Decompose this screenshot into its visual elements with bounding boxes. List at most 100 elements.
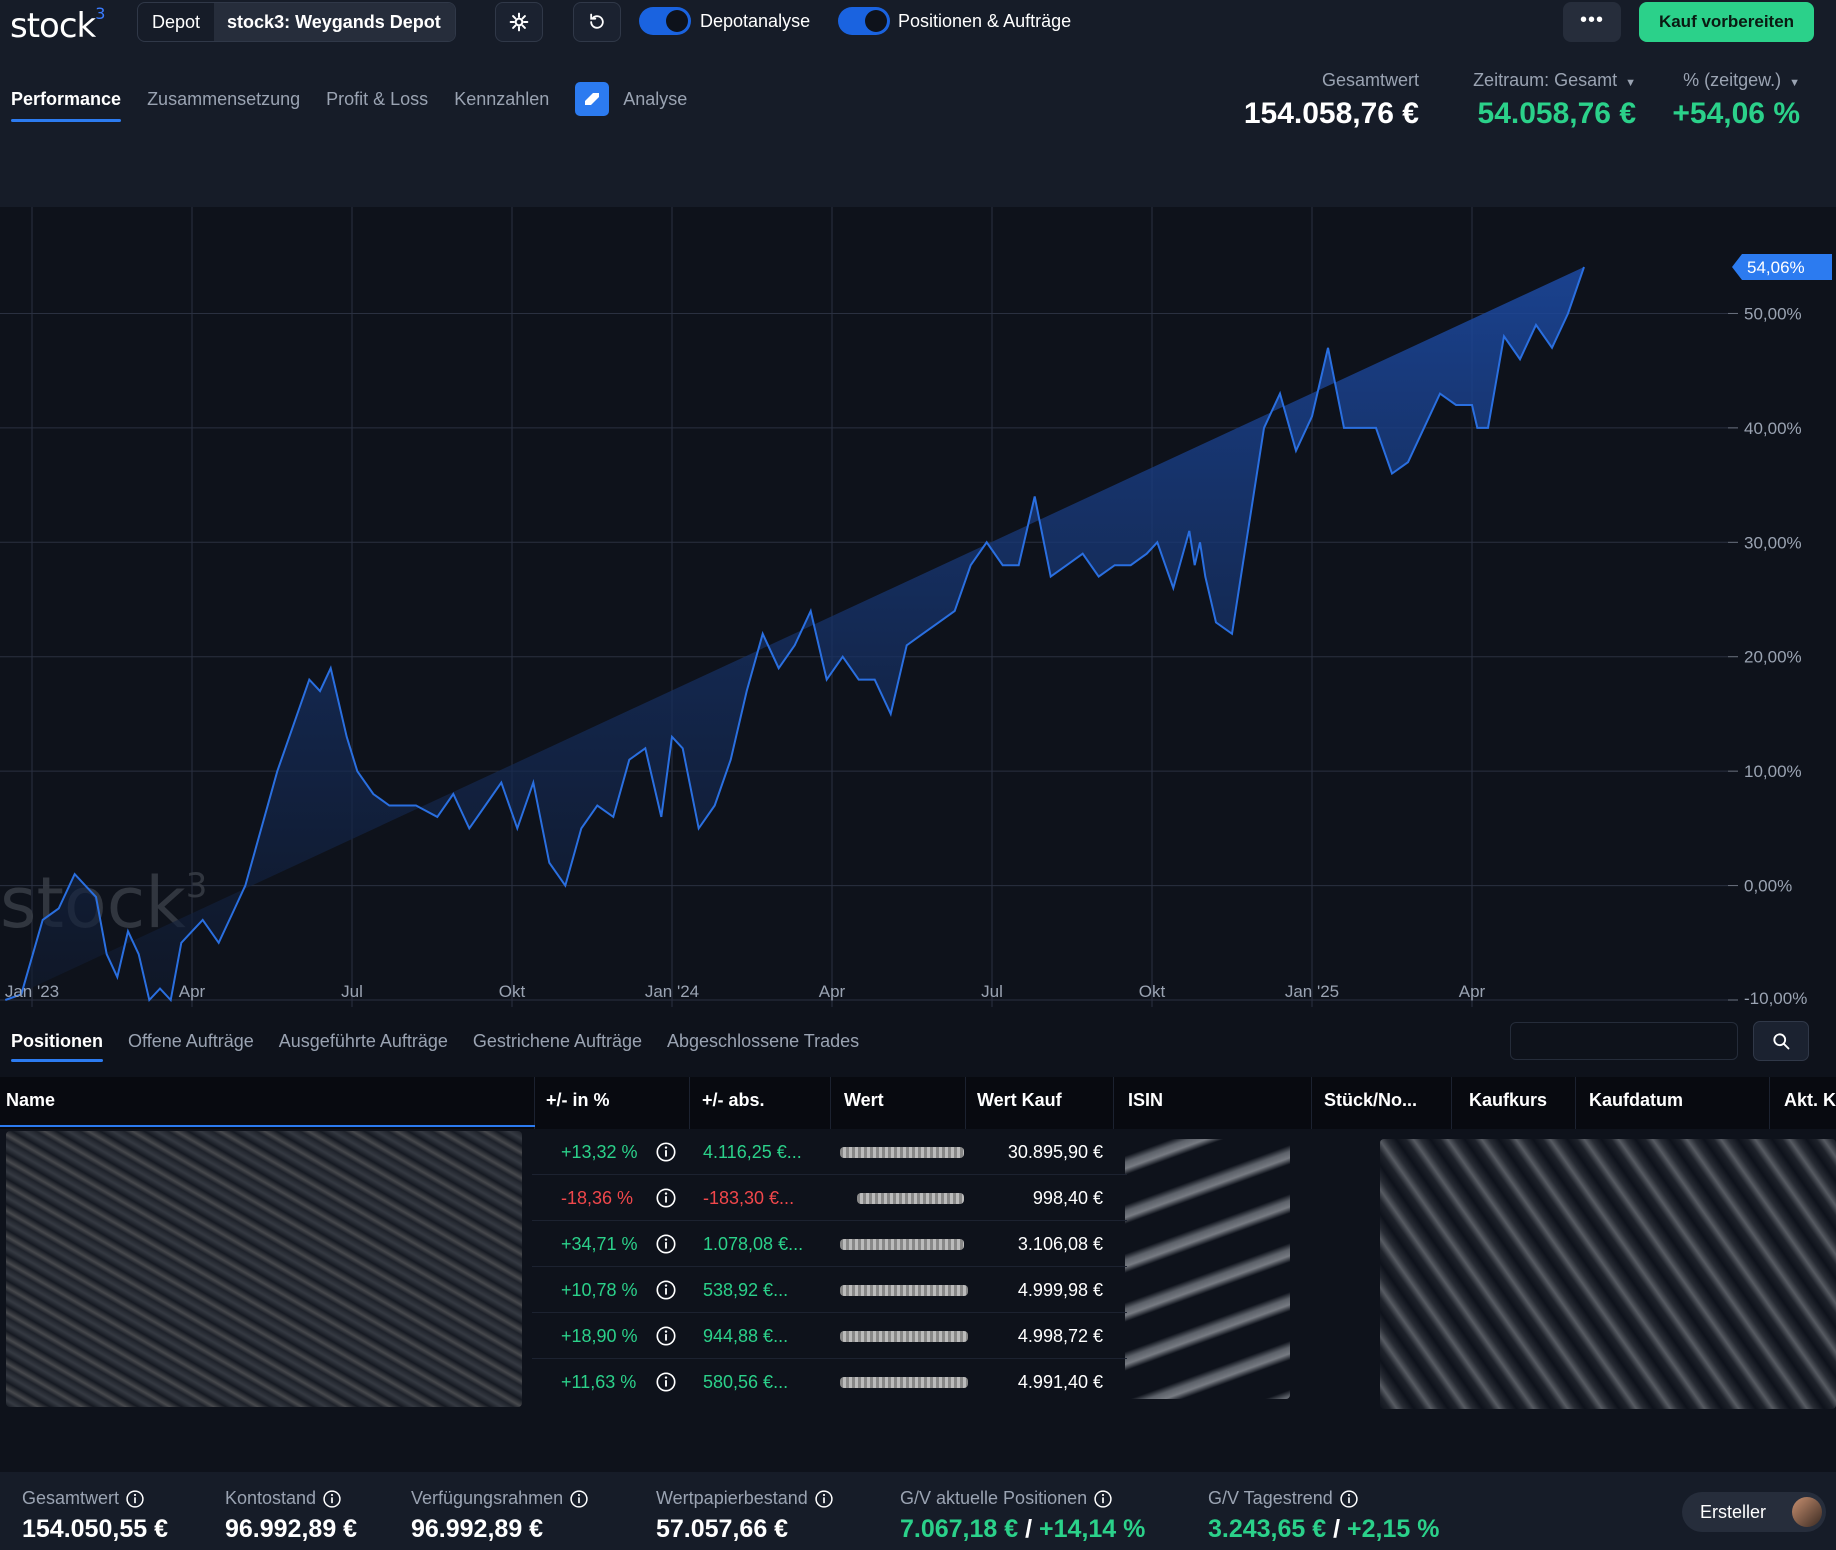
row-pct: +34,71 %: [561, 1234, 638, 1254]
footer-gv-positionen-label: G/V aktuelle Positionen: [900, 1488, 1088, 1508]
tab-gestrichene-auftraege[interactable]: Gestrichene Aufträge: [473, 1031, 642, 1052]
info-icon[interactable]: [655, 1279, 677, 1301]
settings-button[interactable]: [495, 2, 543, 42]
blurred-wert: [840, 1285, 968, 1296]
info-icon[interactable]: [322, 1489, 342, 1509]
y-tick-label: 50,00%: [1744, 304, 1802, 323]
x-tick-label: Jan '24: [645, 982, 699, 1001]
current-value-label: 54,06%: [1747, 258, 1805, 277]
info-icon[interactable]: [655, 1141, 677, 1163]
row-wert-kauf: 998,40 €: [1032, 1188, 1103, 1208]
tab-ausgefuehrte-auftraege[interactable]: Ausgeführte Aufträge: [279, 1031, 448, 1052]
info-icon[interactable]: [655, 1371, 677, 1393]
tab-zusammensetzung[interactable]: Zusammensetzung: [147, 89, 300, 116]
col-kaufdatum[interactable]: Kaufdatum: [1583, 1077, 1770, 1129]
y-tick-label: 30,00%: [1744, 533, 1802, 552]
kpi-zeitraum-label[interactable]: Zeitraum: Gesamt ▼: [1473, 70, 1636, 91]
footer-gv-positionen: G/V aktuelle Positionen 7.067,18 € / +14…: [900, 1488, 1145, 1544]
info-icon[interactable]: [655, 1325, 677, 1347]
footer-gesamtwert: Gesamtwert 154.050,55 €: [22, 1488, 168, 1544]
search-input[interactable]: [1510, 1022, 1738, 1060]
footer-kontostand-value: 96.992,89 €: [225, 1515, 358, 1543]
stock3-logo[interactable]: stock3: [10, 4, 105, 46]
more-button[interactable]: •••: [1563, 2, 1621, 42]
tab-abgeschlossene-trades[interactable]: Abgeschlossene Trades: [667, 1031, 859, 1052]
col-name[interactable]: Name: [0, 1077, 535, 1129]
col-stueck[interactable]: Stück/No...: [1318, 1077, 1452, 1129]
blurred-isin: [1125, 1139, 1290, 1399]
footer-gv-pct: +14,14 %: [1039, 1515, 1146, 1543]
tab-analyse[interactable]: Analyse: [623, 89, 687, 116]
depot-selector[interactable]: Depot stock3: Weygands Depot: [137, 2, 456, 42]
row-wert-kauf: 30.895,90 €: [1007, 1142, 1103, 1162]
col-kaufkurs[interactable]: Kaufkurs: [1463, 1077, 1576, 1129]
blurred-wert: [840, 1239, 964, 1250]
blurred-wert: [840, 1377, 968, 1388]
table-row[interactable]: +10,78 % 538,92 €... 4.999,98 €: [532, 1267, 1127, 1313]
col-wert[interactable]: Wert: [838, 1077, 966, 1129]
col-wert-kauf[interactable]: Wert Kauf: [971, 1077, 1114, 1129]
depotanalyse-label: Depotanalyse: [700, 11, 811, 31]
depot-label: Depot: [152, 12, 201, 32]
tab-positionen[interactable]: Positionen: [11, 1031, 104, 1062]
col-pct[interactable]: +/- in %: [540, 1077, 690, 1129]
table-row[interactable]: +18,90 % 944,88 €... 4.998,72 €: [532, 1313, 1127, 1359]
kpi-zeitraum[interactable]: Zeitraum: Gesamt ▼ 54.058,76 €: [1473, 70, 1636, 131]
footer-tag-abs: 3.243,65 €: [1208, 1515, 1327, 1543]
col-abs[interactable]: +/- abs.: [696, 1077, 831, 1129]
col-isin[interactable]: ISIN: [1122, 1077, 1312, 1129]
ersteller-label: Ersteller: [1700, 1501, 1767, 1522]
table-row[interactable]: -18,36 % -183,30 €... 998,40 €: [532, 1175, 1127, 1221]
current-value-badge: 54,06%: [1732, 254, 1832, 280]
tab-kennzahlen[interactable]: Kennzahlen: [454, 89, 549, 116]
info-icon[interactable]: [569, 1489, 589, 1509]
performance-chart[interactable]: stock3 50,00%40,00%30,00%20,00%10,00%0,0…: [0, 207, 1836, 1007]
kpi-gesamtwert-label: Gesamtwert: [1321, 70, 1419, 90]
y-tick-label: -10,00%: [1744, 989, 1807, 1007]
kauf-vorbereiten-button[interactable]: Kauf vorbereiten: [1639, 2, 1814, 42]
info-icon[interactable]: [814, 1489, 834, 1509]
row-abs: 4.116,25 €...: [703, 1142, 802, 1162]
positionen-label: Positionen & Aufträge: [898, 11, 1072, 31]
footer-gv-tagestrend: G/V Tagestrend 3.243,65 € / +2,15 %: [1208, 1488, 1439, 1544]
table-row[interactable]: +11,63 % 580,56 €... 4.991,40 €: [532, 1359, 1127, 1405]
positionen-toggle[interactable]: [838, 7, 890, 35]
avatar: [1792, 1497, 1822, 1527]
blurred-right-columns: [1380, 1139, 1836, 1409]
info-icon[interactable]: [655, 1233, 677, 1255]
blurred-wert: [840, 1331, 968, 1342]
kpi-zeitraum-value: 54.058,76 €: [1477, 97, 1636, 130]
tab-profit-loss[interactable]: Profit & Loss: [326, 89, 428, 116]
tab-offene-auftraege[interactable]: Offene Aufträge: [128, 1031, 254, 1052]
depotanalyse-toggle[interactable]: [639, 7, 691, 35]
info-icon[interactable]: [125, 1489, 145, 1509]
row-abs: 1.078,08 €...: [703, 1234, 804, 1254]
blurred-wert: [840, 1147, 964, 1158]
x-tick-label: Apr: [1459, 982, 1486, 1001]
x-tick-label: Jan '25: [1285, 982, 1339, 1001]
row-wert-kauf: 4.991,40 €: [1017, 1372, 1103, 1392]
blurred-wert: [857, 1193, 964, 1204]
depot-name[interactable]: stock3: Weygands Depot: [214, 3, 455, 41]
col-akt-kurs[interactable]: Akt. K: [1778, 1077, 1836, 1129]
kpi-prozent-label[interactable]: % (zeitgew.) ▼: [1672, 70, 1800, 91]
info-icon[interactable]: [1093, 1489, 1113, 1509]
search-button[interactable]: [1753, 1021, 1809, 1061]
footer-summary: Gesamtwert 154.050,55 € Kontostand 96.99…: [0, 1472, 1836, 1550]
chevron-down-icon: ▼: [1789, 77, 1800, 89]
x-tick-label: Jul: [981, 982, 1003, 1001]
ersteller-button[interactable]: Ersteller: [1682, 1492, 1826, 1532]
row-pct: +11,63 %: [561, 1372, 637, 1392]
footer-wertpapierbestand: Wertpapierbestand 57.057,66 €: [656, 1488, 834, 1544]
table-row[interactable]: +13,32 % 4.116,25 €... 30.895,90 €: [532, 1129, 1127, 1175]
footer-gesamtwert-value: 154.050,55 €: [22, 1515, 168, 1543]
analyse-icon[interactable]: [575, 82, 610, 116]
table-row[interactable]: +34,71 % 1.078,08 €... 3.106,08 €: [532, 1221, 1127, 1267]
kpi-prozent[interactable]: % (zeitgew.) ▼ +54,06 %: [1672, 70, 1800, 131]
info-icon[interactable]: [1339, 1489, 1359, 1509]
tab-performance[interactable]: Performance: [11, 89, 122, 122]
info-icon[interactable]: [655, 1187, 677, 1209]
footer-gv-abs: 7.067,18 €: [900, 1515, 1019, 1543]
refresh-button[interactable]: [573, 2, 621, 42]
row-pct: +13,32 %: [561, 1142, 638, 1162]
